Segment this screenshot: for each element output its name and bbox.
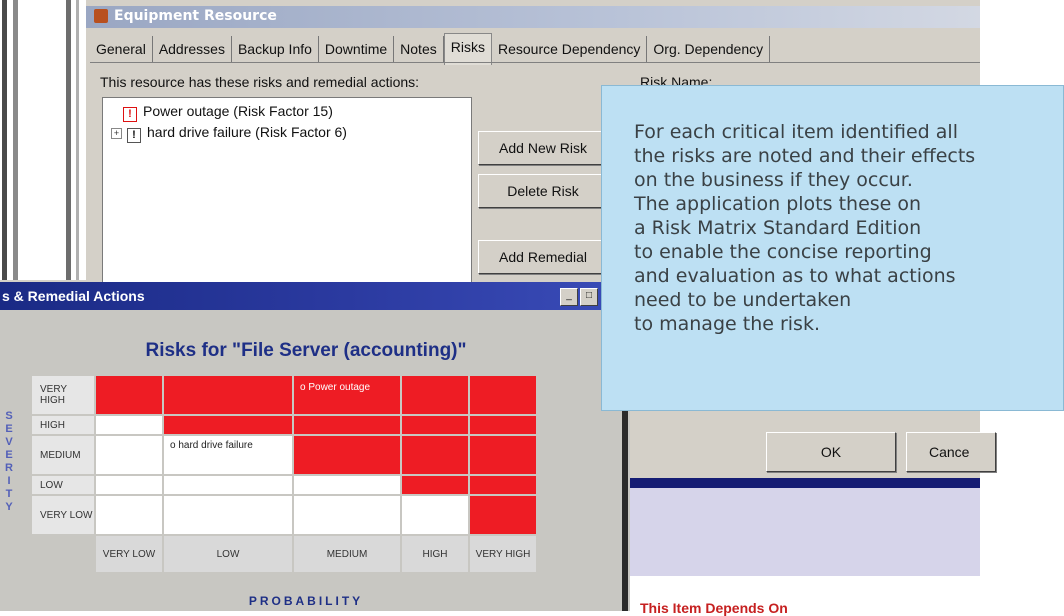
matrix-cell[interactable] — [468, 374, 538, 416]
col-label-very-high: VERY HIGH — [468, 534, 538, 574]
matrix-cell[interactable] — [94, 374, 164, 416]
matrix-cell[interactable] — [94, 494, 164, 536]
tab-divider — [90, 62, 980, 63]
matrix-cell[interactable] — [162, 414, 294, 436]
col-label-very-low: VERY LOW — [94, 534, 164, 574]
tab-general[interactable]: General — [90, 36, 153, 62]
delete-risk-button[interactable]: Delete Risk — [478, 174, 608, 208]
row-label-medium: MEDIUM — [30, 434, 96, 476]
matrix-cell[interactable] — [468, 494, 538, 536]
col-label-high: HIGH — [400, 534, 470, 574]
hard-drive-failure-marker[interactable]: o hard drive failure — [164, 440, 253, 451]
maximize-icon[interactable]: □ — [580, 288, 598, 306]
tab-risks[interactable]: Risks — [443, 33, 492, 65]
risk-matrix-grid: VERY HIGH o Power outage HIGH MEDIUM o h… — [30, 374, 538, 574]
depends-on-label: This Item Depends On — [640, 600, 788, 616]
severity-letter: E — [5, 423, 13, 435]
matrix-cell[interactable] — [292, 414, 402, 436]
matrix-cell[interactable] — [162, 374, 294, 416]
tab-org-dependency[interactable]: Org. Dependency — [647, 36, 771, 62]
add-remedial-button[interactable]: Add Remedial — [478, 240, 608, 274]
power-outage-marker[interactable]: o Power outage — [294, 382, 370, 393]
info-panel — [628, 488, 980, 576]
severity-letter: T — [5, 488, 13, 500]
edge-bar — [76, 0, 79, 280]
tab-strip: General Addresses Backup Info Downtime N… — [90, 33, 771, 65]
matrix-cell[interactable]: o hard drive failure — [162, 434, 294, 476]
tab-backup-info[interactable]: Backup Info — [232, 36, 319, 62]
matrix-cell[interactable] — [292, 434, 402, 476]
risk-flag-icon: ! — [127, 128, 141, 143]
matrix-window-title: s & Remedial Actions — [2, 288, 145, 304]
corner-cell — [30, 534, 96, 574]
matrix-cell[interactable] — [162, 494, 294, 536]
matrix-cell[interactable] — [94, 414, 164, 436]
risks-list-label: This resource has these risks and remedi… — [100, 74, 420, 90]
matrix-heading: Risks for "File Server (accounting)" — [145, 340, 467, 361]
risk-flag-icon: ! — [123, 107, 137, 122]
risk-tree-item[interactable]: ! Power outage (Risk Factor 15) — [123, 103, 333, 122]
matrix-cell[interactable] — [400, 414, 470, 436]
risk-item-label: Power outage (Risk Factor 15) — [143, 103, 333, 119]
tab-resource-dependency[interactable]: Resource Dependency — [492, 36, 648, 62]
window-title: Equipment Resource — [114, 8, 277, 24]
row-label-very-high: VERY HIGH — [30, 374, 96, 416]
probability-axis-label: PROBABILITY — [248, 594, 364, 608]
risk-tree[interactable]: ! Power outage (Risk Factor 15) +! hard dr… — [102, 97, 472, 284]
section-header-bar — [628, 478, 980, 488]
matrix-cell[interactable] — [292, 494, 402, 536]
expand-icon[interactable]: + — [111, 128, 122, 139]
matrix-cell[interactable] — [400, 494, 470, 536]
severity-letter: R — [5, 462, 13, 474]
edge-bar — [13, 0, 18, 280]
minimize-icon[interactable]: _ — [560, 288, 578, 306]
app-icon — [94, 9, 108, 23]
add-new-risk-button[interactable]: Add New Risk — [478, 131, 608, 165]
tab-downtime[interactable]: Downtime — [319, 36, 395, 62]
matrix-cell[interactable] — [162, 474, 294, 496]
edge-bar — [2, 0, 7, 280]
matrix-cell[interactable] — [400, 374, 470, 416]
severity-letter: E — [5, 449, 13, 461]
matrix-cell[interactable] — [400, 474, 470, 496]
matrix-cell[interactable]: o Power outage — [292, 374, 402, 416]
severity-letter: S — [5, 410, 13, 422]
cancel-button[interactable]: Cance — [906, 432, 996, 472]
matrix-cell[interactable] — [94, 434, 164, 476]
row-label-low: LOW — [30, 474, 96, 496]
background-window-edge — [0, 0, 86, 280]
col-label-low: LOW — [162, 534, 294, 574]
matrix-cell[interactable] — [400, 434, 470, 476]
severity-letter: I — [7, 475, 11, 487]
row-label-high: HIGH — [30, 414, 96, 436]
matrix-cell[interactable] — [292, 474, 402, 496]
tab-notes[interactable]: Notes — [394, 36, 444, 62]
risk-item-label: hard drive failure (Risk Factor 6) — [147, 124, 347, 140]
matrix-cell[interactable] — [94, 474, 164, 496]
matrix-cell[interactable] — [468, 414, 538, 436]
callout-text: For each critical item identified all th… — [634, 121, 976, 335]
tab-addresses[interactable]: Addresses — [153, 36, 232, 62]
severity-letter: Y — [5, 501, 13, 513]
row-label-very-low: VERY LOW — [30, 494, 96, 536]
ok-button[interactable]: OK — [766, 432, 896, 472]
matrix-cell[interactable] — [468, 474, 538, 496]
matrix-title-bar[interactable]: s & Remedial Actions _ □ — [0, 282, 630, 310]
severity-letter: V — [5, 436, 13, 448]
col-label-medium: MEDIUM — [292, 534, 402, 574]
severity-axis-label: S E V E R I T Y — [4, 410, 14, 514]
info-callout: For each critical item identified all th… — [601, 85, 1064, 411]
equipment-title-bar[interactable]: Equipment Resource — [86, 6, 980, 28]
matrix-cell[interactable] — [468, 434, 538, 476]
edge-bar — [66, 0, 71, 280]
risk-tree-item[interactable]: +! hard drive failure (Risk Factor 6) — [111, 124, 347, 143]
